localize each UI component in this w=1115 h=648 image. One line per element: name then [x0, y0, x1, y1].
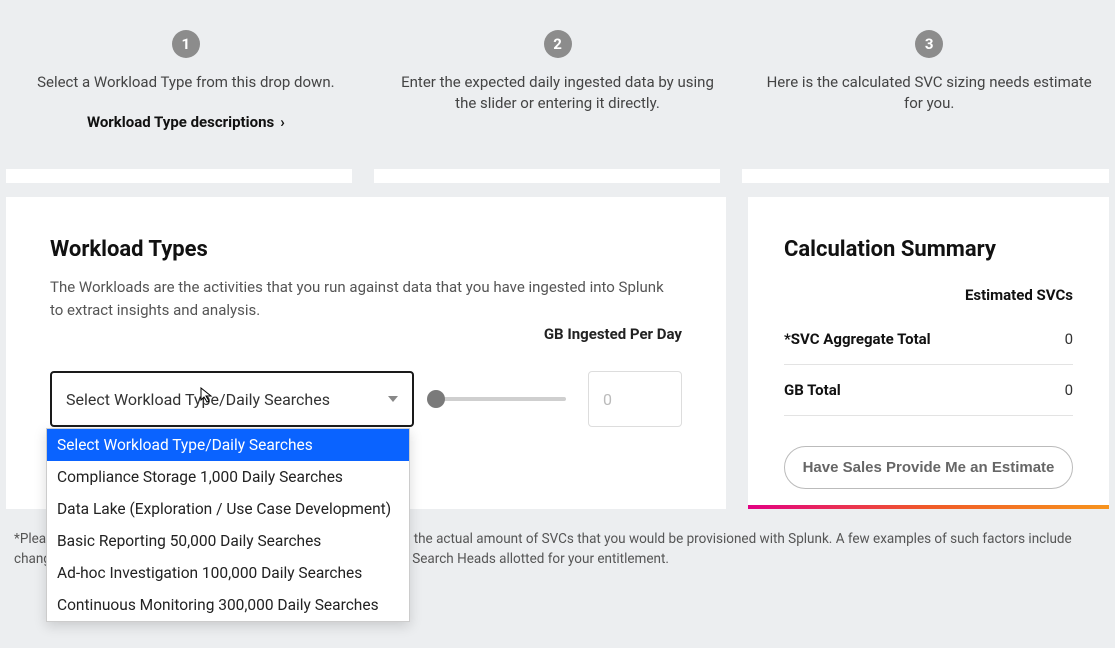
step-2-number: 2	[544, 30, 572, 58]
workload-type-descriptions-link[interactable]: Workload Type descriptions ›	[20, 113, 352, 131]
gb-ingested-label: GB Ingested Per Day	[50, 325, 682, 343]
chevron-right-icon: ›	[280, 113, 285, 131]
slider-thumb[interactable]	[427, 390, 445, 408]
step-1: 1 Select a Workload Type from this drop …	[0, 30, 372, 131]
dropdown-option-placeholder[interactable]: Select Workload Type/Daily Searches	[47, 429, 409, 461]
stub-3	[742, 169, 1109, 183]
svc-aggregate-row: *SVC Aggregate Total 0	[784, 314, 1073, 365]
stub-1	[6, 169, 352, 183]
steps-row: 1 Select a Workload Type from this drop …	[0, 0, 1115, 151]
dropdown-option-ad-hoc[interactable]: Ad-hoc Investigation 100,000 Daily Searc…	[47, 557, 409, 589]
slider-track	[436, 397, 566, 401]
gb-total-label: GB Total	[784, 381, 841, 399]
calculation-summary-title: Calculation Summary	[784, 237, 1073, 262]
gb-input[interactable]: 0	[588, 371, 682, 427]
step-3-text: Here is the calculated SVC sizing needs …	[763, 72, 1095, 114]
svc-aggregate-value: 0	[1065, 330, 1073, 348]
chevron-down-icon	[388, 396, 398, 402]
gb-total-value: 0	[1065, 381, 1073, 399]
dropdown-option-basic-reporting[interactable]: Basic Reporting 50,000 Daily Searches	[47, 525, 409, 557]
step-2-text: Enter the expected daily ingested data b…	[392, 72, 724, 114]
step-3-number: 3	[915, 30, 943, 58]
dropdown-option-data-lake[interactable]: Data Lake (Exploration / Use Case Develo…	[47, 493, 409, 525]
calculation-summary-card: Calculation Summary Estimated SVCs *SVC …	[748, 197, 1109, 509]
gb-total-row: GB Total 0	[784, 365, 1073, 416]
dropdown-option-compliance[interactable]: Compliance Storage 1,000 Daily Searches	[47, 461, 409, 493]
gb-slider[interactable]	[436, 389, 566, 409]
step-2: 2 Enter the expected daily ingested data…	[372, 30, 744, 131]
workload-types-title: Workload Types	[50, 237, 682, 262]
gb-input-value: 0	[603, 390, 612, 409]
upper-card-stubs	[0, 169, 1115, 183]
dropdown-option-continuous[interactable]: Continuous Monitoring 300,000 Daily Sear…	[47, 589, 409, 621]
step-1-number: 1	[172, 30, 200, 58]
workload-type-dropdown[interactable]: Select Workload Type/Daily Searches Comp…	[46, 428, 410, 622]
workload-types-description: The Workloads are the activities that yo…	[50, 276, 670, 321]
controls-row: Select Workload Type/Daily Searches 0	[50, 371, 682, 427]
sales-estimate-button[interactable]: Have Sales Provide Me an Estimate	[784, 446, 1073, 489]
estimated-svcs-header: Estimated SVCs	[784, 286, 1073, 304]
stub-2	[374, 169, 720, 183]
svc-aggregate-label: *SVC Aggregate Total	[784, 330, 931, 348]
workload-type-select[interactable]: Select Workload Type/Daily Searches	[50, 371, 414, 427]
step-1-text: Select a Workload Type from this drop do…	[20, 72, 352, 93]
workload-type-select-value: Select Workload Type/Daily Searches	[66, 390, 330, 409]
step-3: 3 Here is the calculated SVC sizing need…	[743, 30, 1115, 131]
workload-type-descriptions-label: Workload Type descriptions	[87, 113, 274, 131]
